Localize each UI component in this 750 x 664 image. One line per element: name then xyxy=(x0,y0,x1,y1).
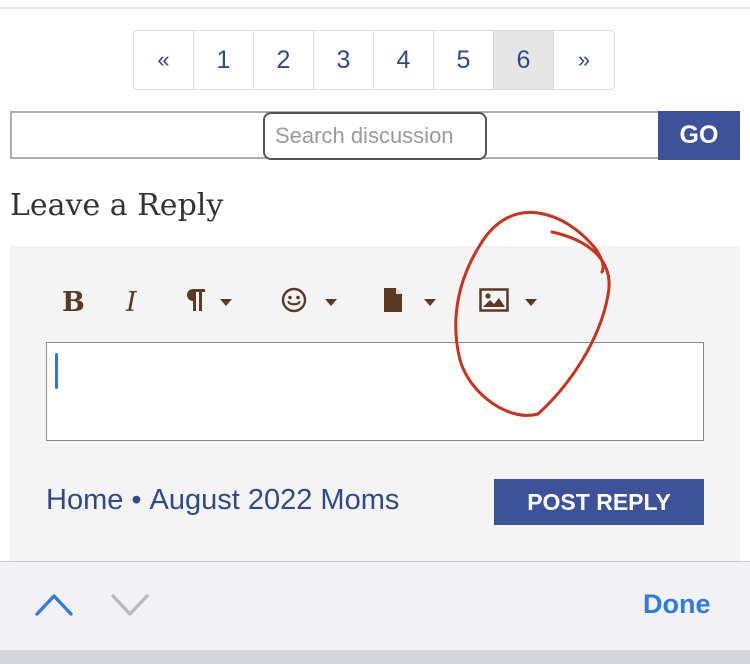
post-reply-button[interactable]: POST REPLY xyxy=(494,479,704,525)
chevron-down-icon xyxy=(325,298,337,306)
search-input[interactable] xyxy=(263,112,487,160)
pagination-prev[interactable]: « xyxy=(134,31,194,89)
chevron-down-icon xyxy=(424,298,436,306)
emoji-dropdown[interactable] xyxy=(281,280,337,324)
chevron-up-icon[interactable] xyxy=(34,590,74,623)
pagination-page-1[interactable]: 1 xyxy=(194,31,254,89)
bold-button[interactable]: B xyxy=(62,280,85,324)
pagination-page-4[interactable]: 4 xyxy=(374,31,434,89)
pagination: « 1 2 3 4 5 6 » xyxy=(133,30,615,90)
italic-button[interactable]: I xyxy=(126,280,137,324)
image-dropdown[interactable] xyxy=(479,280,537,324)
go-button[interactable]: GO xyxy=(658,111,740,160)
top-divider xyxy=(0,7,750,9)
leave-reply-heading: Leave a Reply xyxy=(10,188,224,223)
paragraph-format-dropdown[interactable] xyxy=(184,280,232,324)
file-dropdown[interactable] xyxy=(382,280,436,324)
image-icon xyxy=(479,287,509,317)
paragraph-icon xyxy=(184,287,206,318)
pagination-next[interactable]: » xyxy=(554,31,614,89)
chevron-down-icon xyxy=(525,298,537,306)
file-icon xyxy=(382,287,404,318)
pagination-page-5[interactable]: 5 xyxy=(434,31,494,89)
breadcrumb-home-link[interactable]: Home xyxy=(46,484,123,517)
pagination-page-3[interactable]: 3 xyxy=(314,31,374,89)
reply-textarea[interactable] xyxy=(46,342,704,441)
chevron-down-icon xyxy=(220,298,232,306)
text-cursor xyxy=(55,353,58,389)
chevron-down-icon[interactable] xyxy=(110,590,150,623)
keyboard-edge xyxy=(0,650,750,664)
pagination-page-6-current[interactable]: 6 xyxy=(494,31,554,89)
breadcrumb-separator: • xyxy=(131,484,142,516)
done-button[interactable]: Done xyxy=(643,589,711,620)
emoji-icon xyxy=(281,287,307,318)
breadcrumb-forum-link[interactable]: August 2022 Moms xyxy=(150,484,400,517)
pagination-page-2[interactable]: 2 xyxy=(254,31,314,89)
breadcrumb: Home • August 2022 Moms xyxy=(46,484,399,517)
